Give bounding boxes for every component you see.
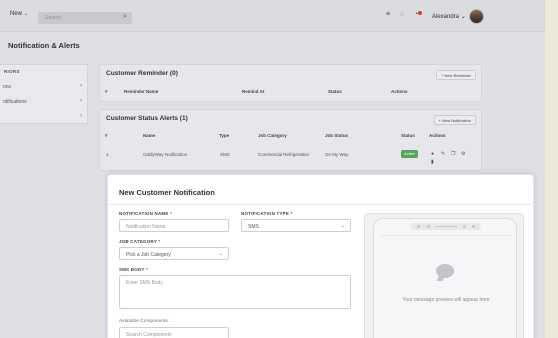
- column-header: Status: [401, 133, 415, 138]
- job-category-select[interactable]: Pick a Job Category ⌄: [119, 247, 229, 260]
- chat-icon[interactable]: ◌: [400, 11, 404, 18]
- notification-name-label: NOTIFICATION NAME *: [119, 211, 172, 216]
- table-cell-job-category: Commercial Refrigeration: [258, 152, 310, 157]
- column-header: Job Category: [258, 133, 287, 138]
- table-cell-num: 1: [106, 152, 109, 157]
- chevron-down-icon: ⌄: [218, 251, 223, 257]
- new-customer-notification-modal: New Customer Notification NOTIFICATION N…: [107, 174, 535, 338]
- chevron-right-icon: ›: [80, 83, 82, 89]
- chevron-right-icon: ›: [80, 98, 82, 104]
- phone-notch: [411, 223, 481, 230]
- page-title: Notification & Alerts: [8, 41, 80, 50]
- customer-status-alerts-card: Customer Status Alerts (1) + New Notific…: [99, 109, 482, 171]
- settings-sidebar: RIORS ons › otifications › ›: [0, 64, 88, 124]
- status-badge: Active: [401, 150, 418, 158]
- chevron-right-icon: ›: [80, 113, 82, 119]
- copy-icon[interactable]: ❐: [451, 151, 455, 157]
- new-notification-button[interactable]: + New Notification: [433, 115, 476, 125]
- column-header: #: [105, 133, 108, 138]
- customer-status-alerts-title: Customer Status Alerts (1): [106, 115, 188, 122]
- sidebar-item-1[interactable]: ons ›: [3, 83, 85, 90]
- notification-type-select[interactable]: SMS ⌄: [241, 219, 351, 232]
- sms-body-label: SMS BODY *: [119, 267, 148, 272]
- sidebar-item-label: ons: [3, 84, 12, 90]
- column-header: #: [105, 89, 108, 94]
- sms-body-textarea[interactable]: Enter SMS Body: [119, 275, 351, 309]
- search-components-placeholder: Search Components: [126, 332, 172, 338]
- chat-bubble-icon: [434, 263, 456, 281]
- search-input[interactable]: Search ⌕: [38, 12, 132, 24]
- chevron-down-icon: ⌄: [24, 11, 29, 17]
- search-placeholder: Search: [45, 15, 61, 21]
- preview-placeholder-text: Your message preview will appear here: [402, 297, 490, 303]
- column-header: Actions: [391, 89, 408, 94]
- search-icon: ⌕: [123, 13, 127, 20]
- new-button[interactable]: New ⌄: [10, 11, 28, 17]
- column-header: Job Status: [325, 133, 349, 138]
- notification-dot: [418, 11, 422, 15]
- job-category-value: Pick a Job Category: [126, 252, 171, 258]
- notification-name-input[interactable]: Notification Name: [119, 219, 229, 232]
- column-header: Name: [143, 133, 156, 138]
- modal-title: New Customer Notification: [119, 188, 215, 197]
- customer-reminder-card: Customer Reminder (0) + New Reminder: [99, 64, 482, 102]
- notification-type-value: SMS: [248, 224, 259, 230]
- column-header: Remind At: [242, 89, 265, 94]
- job-category-label: JOB CATEGORY *: [119, 239, 161, 244]
- edit-icon[interactable]: ✎: [441, 151, 445, 157]
- message-preview-panel: Your message preview will appear here: [364, 213, 524, 338]
- sidebar-heading: RIORS: [4, 69, 20, 74]
- menu-icon[interactable]: ≡: [386, 11, 390, 18]
- new-reminder-button[interactable]: + New Reminder: [436, 70, 476, 80]
- table-cell-job-status: On My Way: [325, 152, 349, 157]
- table-cell-type: SMS: [220, 152, 230, 157]
- column-header: Status: [328, 89, 342, 94]
- column-header: Reminder Name: [124, 89, 159, 94]
- search-components-input[interactable]: Search Components: [119, 327, 229, 338]
- user-menu[interactable]: Alexandra ⌄: [432, 13, 466, 20]
- column-header: Actions: [429, 133, 446, 138]
- top-bar: New ⌄ Search ⌕ ≡ ◌ ◔ Alexandra ⌄: [0, 0, 545, 32]
- phone-mockup: Your message preview will appear here: [373, 218, 517, 338]
- customer-reminder-title: Customer Reminder (0): [106, 70, 178, 77]
- sidebar-item-label: otifications: [3, 99, 27, 105]
- table-cell-name: OddlyWay Notification: [143, 152, 188, 157]
- divider: [108, 204, 535, 205]
- user-name: Alexandra: [432, 14, 460, 20]
- avatar[interactable]: [469, 9, 484, 24]
- settings-icon[interactable]: ⚙: [461, 151, 465, 157]
- view-icon[interactable]: ●: [431, 151, 434, 157]
- available-components-label: Available Components :: [119, 318, 171, 323]
- notification-name-placeholder: Notification Name: [126, 224, 166, 230]
- chevron-down-icon: ⌄: [340, 223, 345, 229]
- sidebar-item-notifications[interactable]: otifications ›: [3, 98, 85, 105]
- notification-type-label: NOTIFICATION TYPE *: [241, 211, 293, 216]
- column-header: Type: [219, 133, 230, 138]
- delete-icon[interactable]: ▮: [431, 159, 434, 165]
- sms-body-placeholder: Enter SMS Body: [126, 280, 163, 286]
- divider: [380, 235, 512, 236]
- new-button-label: New: [10, 11, 23, 17]
- app-background: New ⌄ Search ⌕ ≡ ◌ ◔ Alexandra ⌄ Notifica…: [0, 0, 545, 338]
- chevron-down-icon: ⌄: [460, 14, 466, 20]
